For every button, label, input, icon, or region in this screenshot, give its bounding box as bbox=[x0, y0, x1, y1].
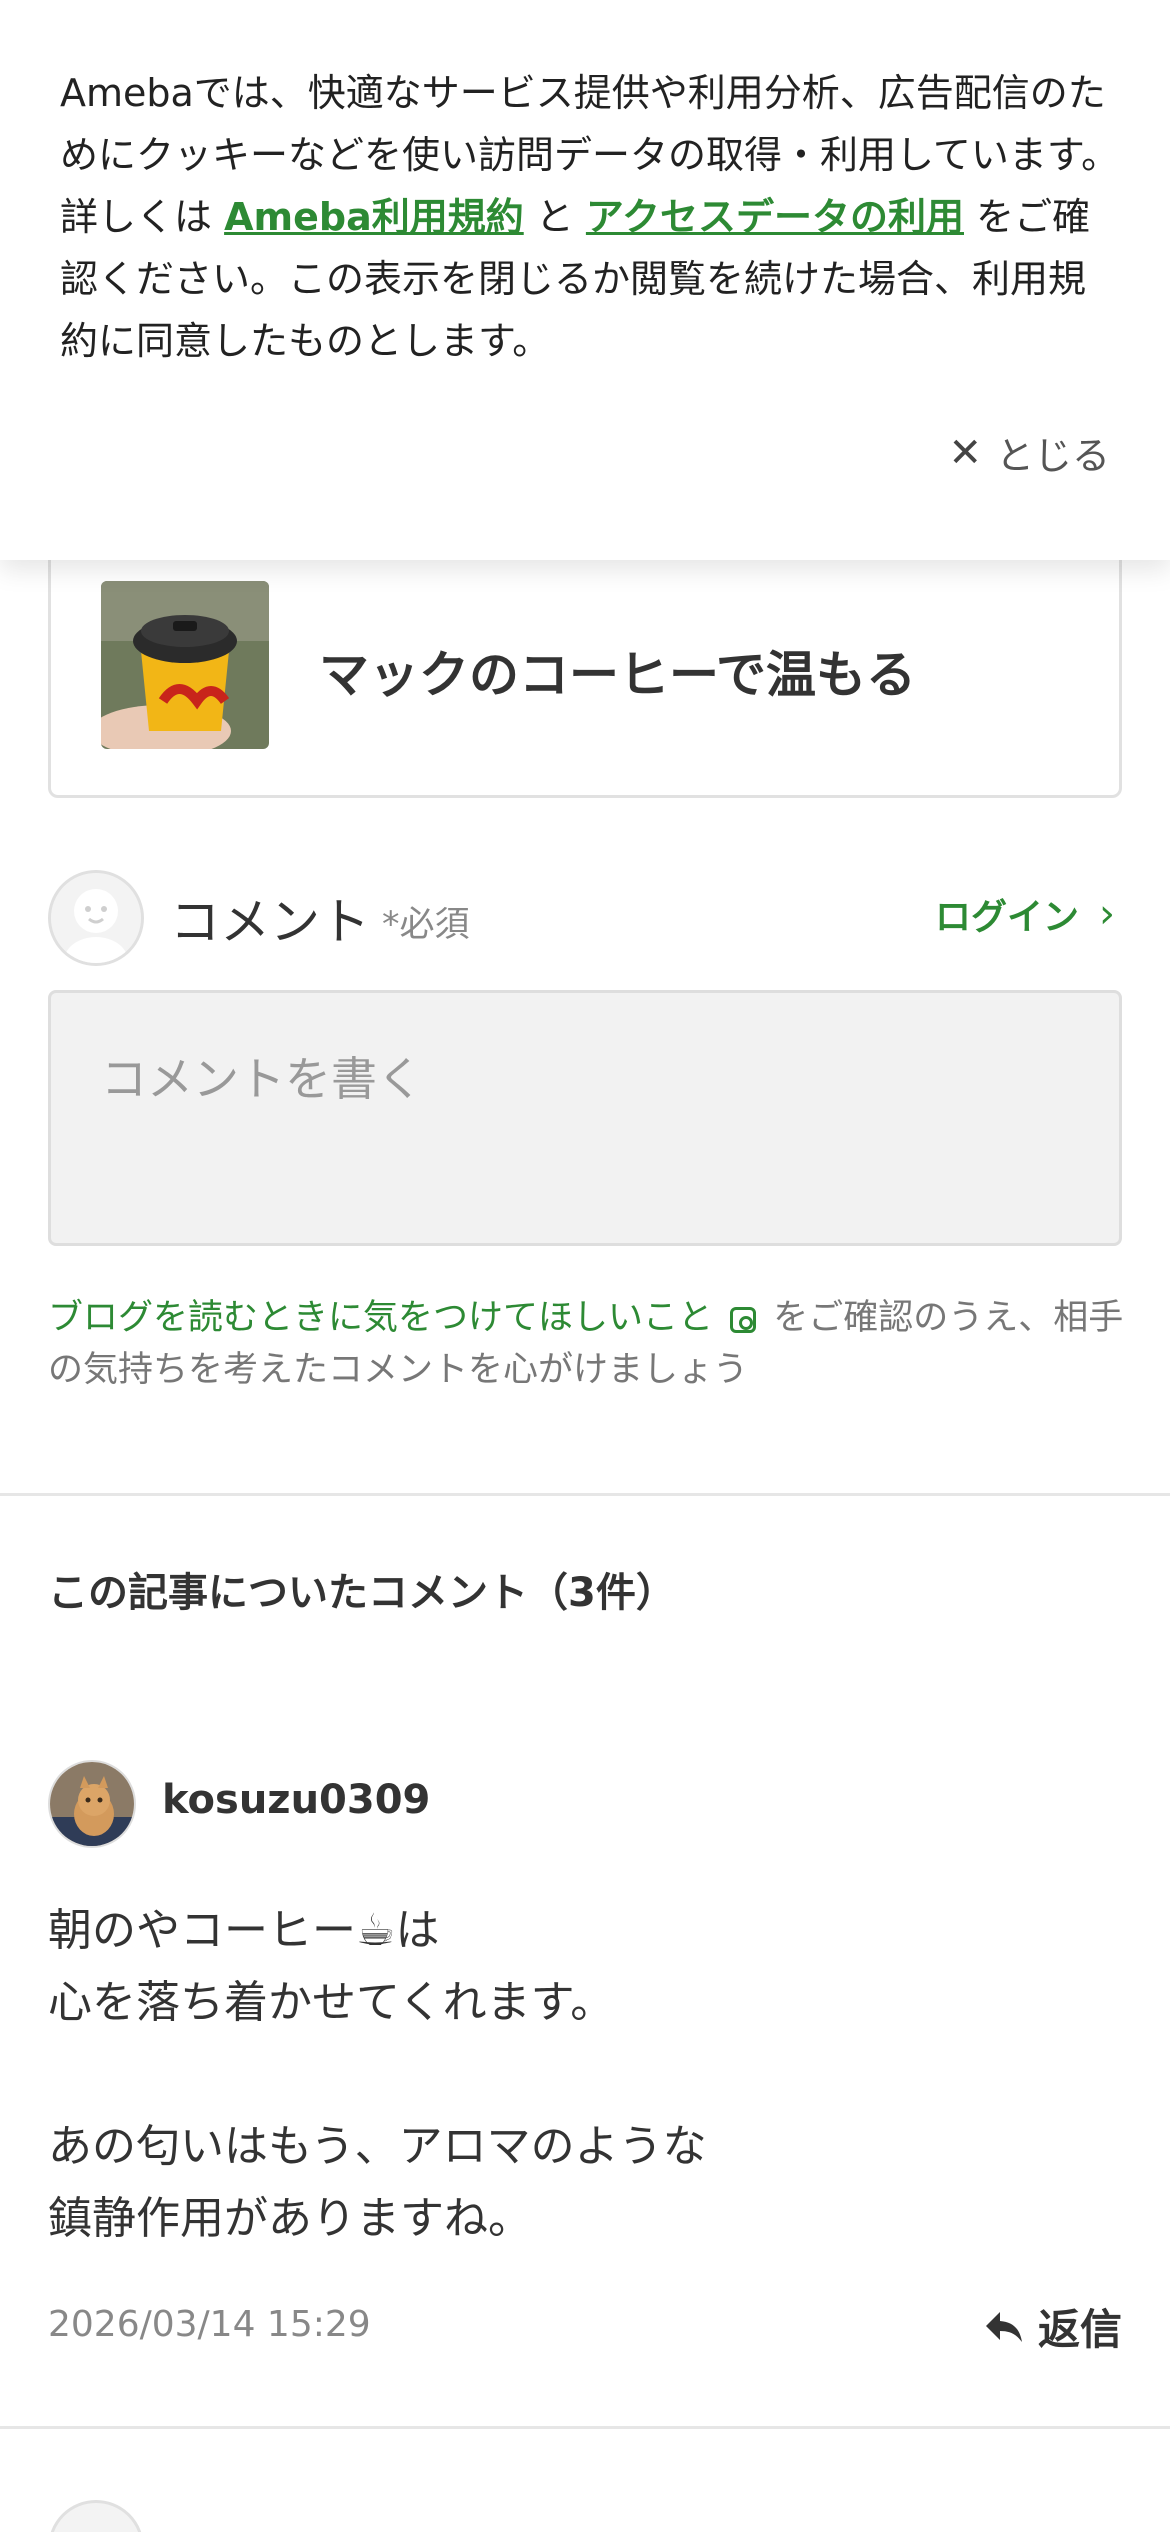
required-marker: *必須 bbox=[382, 905, 470, 945]
related-article-card[interactable]: マックのコーヒーで温もる bbox=[48, 520, 1122, 798]
comment-guideline-note: ブログを読むときに気をつけてほしいこと をご確認のうえ、相手の気持ちを考えたコメ… bbox=[48, 1292, 1128, 1396]
external-link-icon bbox=[730, 1307, 757, 1333]
close-icon: ✕ bbox=[948, 429, 982, 476]
default-avatar-icon bbox=[48, 870, 144, 966]
close-label: とじる bbox=[995, 434, 1110, 478]
access-data-link[interactable]: アクセスデータの利用 bbox=[586, 195, 964, 239]
next-commenter-avatar[interactable] bbox=[48, 2500, 144, 2532]
reply-icon bbox=[985, 2311, 1022, 2342]
divider bbox=[0, 2426, 1170, 2429]
article-title: マックのコーヒーで温もる bbox=[319, 646, 916, 704]
article-thumbnail bbox=[101, 581, 269, 749]
cookie-banner: Amebaでは、快適なサービス提供や利用分析、広告配信のためにクッキーなどを使い… bbox=[0, 0, 1170, 560]
reply-label: 返信 bbox=[1037, 2305, 1122, 2354]
comment-input[interactable] bbox=[48, 990, 1122, 1246]
cookie-close-button[interactable]: ✕ とじる bbox=[948, 425, 1110, 480]
reply-button[interactable]: 返信 bbox=[984, 2296, 1122, 2357]
cookie-text-part: と bbox=[523, 195, 586, 239]
cookie-message: Amebaでは、快適なサービス提供や利用分析、広告配信のためにクッキーなどを使い… bbox=[60, 62, 1120, 372]
comment-body: 朝のやコーヒー☕は 心を落ち着かせてくれます。 あの匂いはもう、アロマのような … bbox=[48, 1905, 707, 2244]
terms-link[interactable]: Ameba利用規約 bbox=[224, 195, 524, 239]
comment-timestamp: 2026/03/14 15:29 bbox=[48, 2304, 371, 2345]
commenter-avatar[interactable] bbox=[48, 1760, 136, 1848]
commenter-name[interactable]: kosuzu0309 bbox=[162, 1777, 430, 1823]
login-label: ログイン bbox=[934, 897, 1079, 938]
chevron-right-icon: › bbox=[1099, 891, 1115, 937]
comment-label: コメント bbox=[170, 893, 370, 951]
login-link[interactable]: ログイン › bbox=[935, 888, 1115, 940]
divider bbox=[0, 1493, 1170, 1496]
comments-section-title: この記事についたコメント（3件） bbox=[48, 1570, 676, 1616]
guideline-link[interactable]: ブログを読むときに気をつけてほしいこと bbox=[48, 1298, 713, 1338]
